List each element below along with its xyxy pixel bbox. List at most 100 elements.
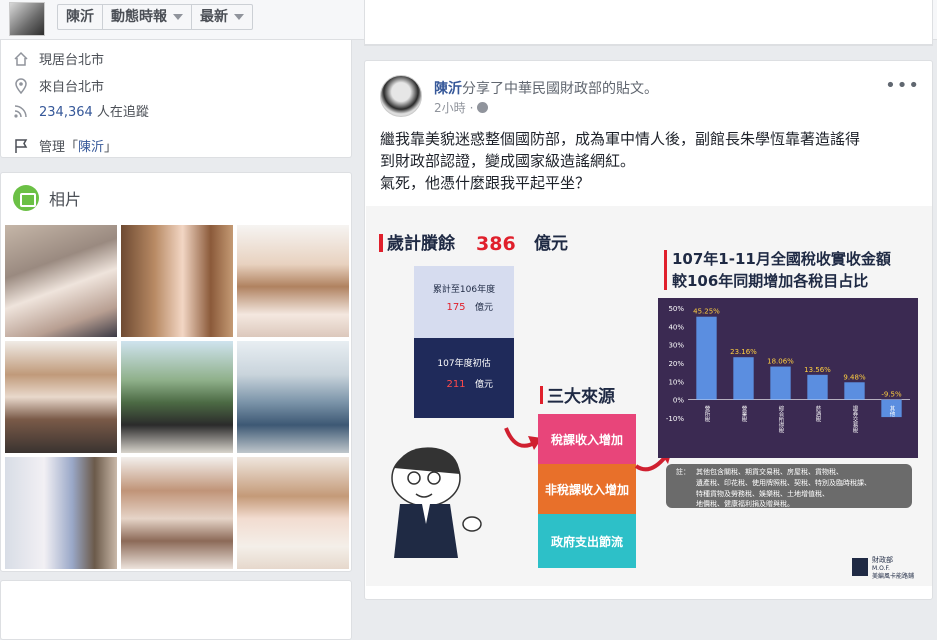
photo-thumbnail[interactable]: [121, 341, 233, 453]
source-tax: 稅課收入增加: [551, 432, 623, 447]
note-line: 特種貨物及勞務稅、娛樂稅、土地增值稅、: [696, 489, 829, 498]
surplus-unit: 億元: [534, 233, 568, 254]
ministry-name: 財政部: [872, 555, 893, 564]
cartoon-character: [391, 447, 482, 558]
data-label: 45.25%: [693, 308, 720, 316]
post-text: 繼我靠美貌迷惑整個國防部，成為軍中情人後，副館長朱學恆靠著造謠得 到財政部認證，…: [380, 128, 920, 194]
chart-bar: [844, 382, 865, 400]
photo-thumbnail[interactable]: [237, 225, 349, 337]
category-label: 菸酒稅: [815, 405, 822, 424]
note-label: 註：: [676, 467, 690, 476]
post-author-avatar[interactable]: [380, 75, 422, 117]
y-tick-label: -10%: [666, 415, 684, 423]
y-tick-label: 10%: [668, 378, 684, 386]
ministry-sub: M.O.F.: [872, 565, 890, 572]
photo-thumbnail[interactable]: [121, 225, 233, 337]
photo-thumbnail[interactable]: [5, 341, 117, 453]
post-text-line: 氣死，他憑什麼跟我平起平坐？: [380, 174, 591, 192]
sources-title: 三大來源: [547, 386, 615, 407]
lives-in-row: 現居台北市: [13, 49, 104, 68]
globe-icon[interactable]: [477, 102, 489, 113]
manage-text: 管理「陳沂」: [39, 136, 117, 155]
heading-accent-bar: [379, 234, 383, 252]
chevron-down-icon: [173, 14, 183, 20]
box-cumulative-label: 累計至106年度: [433, 283, 495, 295]
post-header: 陳沂分享了中華民國財政部的貼文。: [434, 78, 658, 98]
sort-dropdown-label: 最新: [200, 9, 228, 25]
manage-row: 管理「陳沂」: [13, 136, 117, 155]
category-label: 其他: [889, 405, 896, 419]
followers-suffix: 人在追蹤: [92, 105, 149, 120]
profile-avatar[interactable]: [9, 2, 45, 36]
profile-name-tab[interactable]: 陳沂: [58, 5, 103, 29]
data-label: 9.48%: [843, 373, 866, 381]
manage-page-link[interactable]: 陳沂: [78, 140, 104, 155]
box-cumulative-value: 175: [446, 302, 465, 313]
photo-icon: [13, 185, 39, 211]
flag-icon: [13, 138, 29, 154]
chart-accent-bar: [664, 250, 667, 290]
photos-title: 相片: [49, 190, 82, 209]
more-options-button[interactable]: •••: [885, 75, 920, 96]
divider: [365, 44, 932, 45]
followers-count[interactable]: 234,364: [39, 105, 93, 120]
source-spending: 政府支出節流: [551, 534, 623, 549]
photo-thumbnail[interactable]: [121, 457, 233, 569]
from-text: 來自台北市: [39, 80, 105, 95]
feed-post: 陳沂分享了中華民國財政部的貼文。 2小時 · ••• 繼我靠美貌迷惑整個國防部，…: [364, 60, 933, 600]
source-nontax: 非稅課收入增加: [545, 482, 629, 497]
surplus-heading: 歲計賸餘: [387, 233, 456, 254]
post-timestamp[interactable]: 2小時: [434, 99, 466, 116]
chart-bar: [696, 316, 717, 400]
manage-suffix: 」: [104, 140, 118, 155]
category-label: 營業稅: [741, 405, 748, 424]
y-tick-label: 20%: [668, 360, 684, 368]
chart-bar: [770, 366, 791, 400]
sources-accent-bar: [540, 386, 543, 404]
box-estimate-value: 211: [446, 379, 465, 390]
timeline-tab[interactable]: 動態時報: [103, 5, 192, 29]
category-label: 綜合所得稅: [778, 405, 785, 435]
data-label: 23.16%: [730, 348, 757, 356]
from-row: 來自台北市: [13, 76, 104, 95]
category-label: 營所稅: [704, 405, 711, 424]
timeline-nav: 陳沂 動態時報 最新: [57, 4, 253, 30]
photo-thumbnail[interactable]: [237, 341, 349, 453]
photos-header[interactable]: 相片: [13, 185, 81, 211]
photo-thumbnail[interactable]: [5, 457, 117, 569]
ministry-sub2: 美編風卡能路鋪: [872, 572, 914, 580]
timeline-tab-label: 動態時報: [111, 9, 167, 25]
chart-title-line1: 107年1-11月全國稅收實收金額: [672, 250, 891, 268]
y-tick-label: 50%: [668, 305, 684, 313]
category-label: 證券交易稅: [852, 405, 859, 435]
box-estimate: [414, 338, 514, 418]
next-card: [0, 580, 352, 640]
box-cumulative-unit: 億元: [475, 301, 493, 313]
box-estimate-unit: 億元: [475, 378, 493, 390]
post-author-link[interactable]: 陳沂: [434, 81, 462, 97]
surplus-value: 386: [476, 233, 516, 255]
shared-infographic[interactable]: 歲計賸餘 386 億元 累計至106年度 175 億元 107年度初估 211 …: [366, 206, 932, 586]
followers-row: 234,364 人在追蹤: [13, 101, 149, 120]
data-label: -9.5%: [881, 391, 902, 399]
infographic-svg: 歲計賸餘 386 億元 累計至106年度 175 億元 107年度初估 211 …: [379, 233, 918, 580]
manage-prefix: 管理「: [39, 140, 79, 155]
photo-thumbnail[interactable]: [5, 225, 117, 337]
note-line: 地價稅、健康福利捐及贈與稅。: [696, 499, 794, 508]
chevron-down-icon: [234, 14, 244, 20]
lives-in-text: 現居台北市: [39, 53, 105, 68]
chart-title-line2: 較106年同期增加各稅目占比: [672, 272, 868, 290]
data-label: 13.56%: [804, 366, 831, 374]
photo-thumbnail[interactable]: [237, 457, 349, 569]
y-tick-label: 30%: [668, 342, 684, 350]
post-text-line: 到財政部認證，變成國家級造謠網紅。: [380, 152, 636, 170]
sort-dropdown[interactable]: 最新: [192, 5, 252, 29]
rss-icon: [13, 103, 29, 119]
followers-text[interactable]: 234,364 人在追蹤: [39, 101, 149, 120]
y-tick-label: 0%: [673, 397, 684, 405]
photos-card: 相片: [0, 172, 352, 572]
photo-grid: [5, 225, 349, 569]
separator-dot: ·: [469, 100, 474, 115]
chart-bar: [807, 374, 828, 400]
box-estimate-label: 107年度初估: [437, 357, 490, 369]
